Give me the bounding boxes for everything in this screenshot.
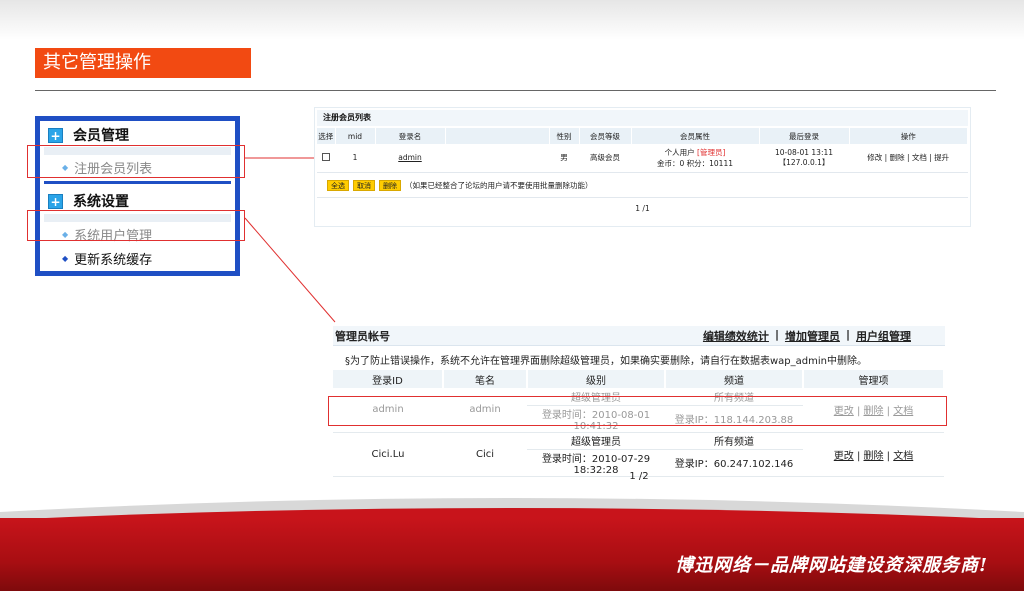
footer-slogan: 博迅网络－品牌网站建设资深服务商! (675, 555, 988, 576)
level-cell: 超级管理员 (527, 432, 665, 450)
pagination: 1 /2 (629, 471, 649, 482)
column-header[interactable]: mid (335, 128, 376, 144)
channel-cell: 所有频道 (665, 432, 803, 450)
promote-link[interactable]: 提升 (934, 153, 949, 162)
table-header-row: 选择 mid 登录名 性别 会员等级 会员属性 最后登录 操作 (317, 128, 968, 144)
column-header: 最后登录 (759, 128, 850, 144)
pen-name-cell: Cici (443, 432, 527, 477)
table-header-row: 登录ID 笔名 级别 频道 管理项 (333, 370, 945, 388)
edit-performance-link[interactable]: 编辑绩效统计 (703, 328, 769, 344)
user-group-link[interactable]: 用户组管理 (856, 328, 911, 344)
change-link[interactable]: 更改 (834, 451, 854, 462)
pagination: 1 /1 (635, 204, 650, 213)
divider (317, 197, 968, 198)
docs-link[interactable]: 文档 (893, 451, 913, 462)
ops-cell: 更改 | 删除 | 文档 (803, 432, 944, 477)
login-link[interactable]: admin (375, 144, 445, 173)
gender-cell: 男 (549, 144, 579, 173)
column-header: 性别 (549, 128, 580, 144)
table-row: Cici.Lu Cici 超级管理员 所有频道 更改 | 删除 | 文档 (333, 432, 944, 477)
column-header: 选择 (317, 128, 336, 144)
edit-link[interactable]: 修改 (867, 153, 882, 162)
column-header: 管理项 (803, 370, 945, 388)
row-checkbox-cell (317, 144, 335, 173)
column-header (445, 128, 550, 144)
last-login-cell: 10-08-01 13:11 【127.0.0.1】 (759, 144, 849, 173)
highlight-admin-row (328, 396, 947, 426)
cancel-button[interactable]: 取消 (353, 180, 375, 191)
admin-panel-title: 管理员帐号 (335, 329, 390, 343)
column-header: 笔名 (443, 370, 528, 388)
column-header: 会员等级 (579, 128, 632, 144)
docs-link[interactable]: 文档 (912, 153, 927, 162)
select-all-button[interactable]: 全选 (327, 180, 349, 191)
login-id-cell: Cici.Lu (333, 432, 443, 477)
mid-cell: 1 (335, 144, 375, 173)
level-cell: 高级会员 (579, 144, 631, 173)
column-header: 级别 (527, 370, 666, 388)
delete-link[interactable]: 删除 (864, 451, 884, 462)
delete-link[interactable]: 删除 (890, 153, 905, 162)
add-admin-link[interactable]: 增加管理员 (785, 328, 840, 344)
column-header: 频道 (665, 370, 804, 388)
member-list-panel: 注册会员列表 选择 mid 登录名 性别 会员等级 会员属性 最后登录 操作 1… (314, 107, 971, 227)
column-header: 操作 (849, 128, 968, 144)
member-table: 选择 mid 登录名 性别 会员等级 会员属性 最后登录 操作 1 admin … (317, 128, 968, 173)
column-header: 会员属性 (631, 128, 760, 144)
column-header[interactable]: 登录名 (375, 128, 446, 144)
table-row: 1 admin 男 高级会员 个人用户 [管理员] 金币：0 积分：10111 … (317, 144, 968, 173)
link-separator: | (774, 327, 779, 341)
admin-panel-header: 管理员帐号 编辑绩效统计 | 增加管理员 | 用户组管理 (333, 326, 945, 346)
member-list-title: 注册会员列表 (317, 110, 968, 126)
admin-notice: §为了防止错误操作，系统不允许在管理界面删除超级管理员，如果确实要删除，请自行在… (345, 356, 867, 367)
ops-cell: 修改 | 删除 | 文档 | 提升 (849, 144, 968, 173)
row-checkbox[interactable] (322, 152, 330, 161)
column-header: 登录ID (333, 370, 444, 388)
bulk-hint: （如果已经整合了论坛的用户请不要使用批量删除功能） (405, 181, 593, 190)
admin-panel-links: 编辑绩效统计 | 增加管理员 | 用户组管理 (703, 328, 911, 344)
delete-button[interactable]: 删除 (379, 180, 401, 191)
bulk-actions: 全选 取消 删除 （如果已经整合了论坛的用户请不要使用批量删除功能） (327, 180, 593, 191)
link-separator: | (845, 327, 850, 341)
empty-cell (445, 144, 549, 173)
attr-cell: 个人用户 [管理员] 金币：0 积分：10111 (631, 144, 759, 173)
admin-tag: [管理员] (697, 147, 726, 157)
